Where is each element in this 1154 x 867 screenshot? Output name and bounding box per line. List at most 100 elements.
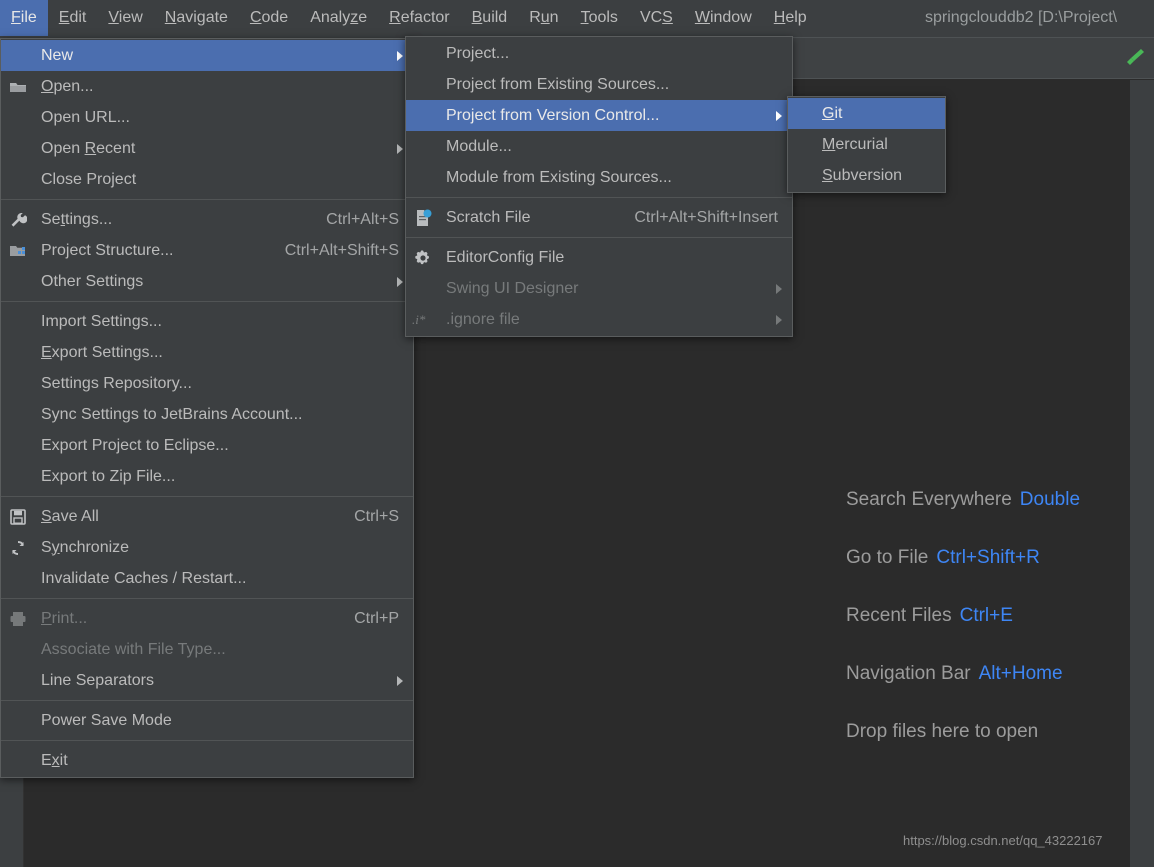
menubar-item-label: VCS — [639, 9, 673, 26]
menubar-item-view[interactable]: View — [97, 0, 153, 36]
menu-item-label: .ignore file — [446, 310, 520, 328]
editor-hint-shortcut: Ctrl+E — [959, 605, 1013, 626]
menu-item-sync-settings-to-jetbrains-account[interactable]: Sync Settings to JetBrains Account... — [1, 399, 413, 430]
menubar-item-navigate[interactable]: Navigate — [154, 0, 239, 36]
menu-item-label: New — [41, 46, 74, 64]
menubar-item-window[interactable]: Window — [684, 0, 763, 36]
menu-item-icon-slot — [1, 430, 35, 461]
menu-item-synchronize[interactable]: Synchronize — [1, 532, 413, 563]
menu-item-icon-slot — [1, 665, 35, 696]
menubar-item-label: View — [108, 9, 143, 26]
window-title: springclouddb2 [D:\Project\ — [925, 9, 1118, 26]
menu-item-icon-slot — [1, 368, 35, 399]
menubar-item-label: Code — [249, 9, 289, 26]
menu-item-icon-slot — [1, 705, 35, 736]
menu-item-project-structure[interactable]: Project Structure... Ctrl+Alt+Shift+S — [1, 235, 413, 266]
menu-item-icon-slot — [1, 133, 35, 164]
menu-item-open-recent[interactable]: Open Recent — [1, 133, 413, 164]
menubar-item-label: Help — [773, 9, 807, 26]
menu-item-subversion[interactable]: Subversion — [788, 160, 945, 191]
menu-item-import-settings[interactable]: Import Settings... — [1, 306, 413, 337]
menu-item-module-from-existing-sources[interactable]: Module from Existing Sources... — [406, 162, 792, 193]
menu-item-icon-slot — [406, 38, 440, 69]
menu-item-save-all[interactable]: Save All Ctrl+S — [1, 501, 413, 532]
editor-hint-label: Drop files here to open — [846, 721, 1039, 742]
editor-hint-row: Navigation Bar Alt+Home — [846, 662, 1154, 686]
menu-item-export-to-zip-file[interactable]: Export to Zip File... — [1, 461, 413, 492]
file-menu-popup: New Open... Open URL... Open Recent Close Pr… — [0, 38, 414, 778]
menu-separator — [1, 496, 413, 497]
build-hammer-icon[interactable] — [1122, 44, 1148, 70]
menu-item-label: Synchronize — [41, 538, 130, 556]
menu-separator — [1, 740, 413, 741]
menu-item-editorconfig-file[interactable]: EditorConfig File — [406, 242, 792, 273]
menu-item-swing-ui-designer: Swing UI Designer — [406, 273, 792, 304]
ide-window: Search Everywhere Double Go to File Ctrl+Sh… — [0, 0, 1154, 867]
menu-item-module[interactable]: Module... — [406, 131, 792, 162]
menu-item-label: Export Project to Eclipse... — [41, 436, 229, 454]
menu-item-label: Module... — [446, 137, 512, 155]
menu-item-project-from-version-control[interactable]: Project from Version Control... — [406, 100, 792, 131]
menu-item-settings-repository[interactable]: Settings Repository... — [1, 368, 413, 399]
menu-item-scratch-file[interactable]: Scratch File Ctrl+Alt+Shift+Insert — [406, 202, 792, 233]
watermark-text: https://blog.csdn.net/qq_43222167 — [903, 833, 1103, 848]
synchronize-icon — [1, 532, 35, 563]
menu-item-label: Subversion — [822, 166, 903, 184]
menu-item-git[interactable]: Git — [788, 98, 945, 129]
menu-item-label: Other Settings — [41, 272, 144, 290]
menu-item-open[interactable]: Open... — [1, 71, 413, 102]
menubar-item-build[interactable]: Build — [461, 0, 519, 36]
menu-item-invalidate-caches-restart[interactable]: Invalidate Caches / Restart... — [1, 563, 413, 594]
menu-item-label: Line Separators — [41, 671, 154, 689]
menubar-item-label: Run — [529, 9, 559, 26]
menu-item-icon-slot — [406, 162, 440, 193]
menubar-item-run[interactable]: Run — [518, 0, 569, 36]
submenu-arrow-icon — [397, 675, 403, 686]
menu-item-other-settings[interactable]: Other Settings — [1, 266, 413, 297]
editor-hint-shortcut: Ctrl+Shift+R — [936, 547, 1040, 568]
menu-item-label: Open URL... — [41, 108, 130, 126]
menu-item-mercurial[interactable]: Mercurial — [788, 129, 945, 160]
menubar-item-help[interactable]: Help — [763, 0, 818, 36]
menu-separator — [406, 197, 792, 198]
menubar-item-edit[interactable]: Edit — [48, 0, 98, 36]
menu-separator — [1, 199, 413, 200]
menubar-item-refactor[interactable]: Refactor — [378, 0, 460, 36]
menu-separator — [1, 598, 413, 599]
printer-icon — [1, 603, 35, 634]
editor-hint-label: Search Everywhere — [846, 489, 1012, 510]
new-submenu-popup: Project... Project from Existing Sources.… — [405, 36, 793, 337]
menubar-item-label: Navigate — [164, 9, 228, 26]
menu-item-label: Project from Version Control... — [446, 106, 660, 124]
menubar-item-analyze[interactable]: Analyze — [299, 0, 378, 36]
menu-item-label: Sync Settings to JetBrains Account... — [41, 405, 303, 423]
menu-item-export-settings[interactable]: Export Settings... — [1, 337, 413, 368]
menu-item-label: Print... — [41, 609, 88, 627]
menu-item-project-from-existing-sources[interactable]: Project from Existing Sources... — [406, 69, 792, 100]
menubar-item-tools[interactable]: Tools — [570, 0, 629, 36]
menu-item-label: Git — [822, 104, 843, 122]
menu-item-label: Scratch File — [446, 208, 531, 226]
menu-item-line-separators[interactable]: Line Separators — [1, 665, 413, 696]
submenu-arrow-icon — [776, 314, 782, 325]
menu-item-icon-slot — [1, 563, 35, 594]
menu-item-shortcut: Ctrl+P — [354, 609, 399, 627]
menu-item-close-project[interactable]: Close Project — [1, 164, 413, 195]
menubar-item-file[interactable]: File — [0, 0, 48, 36]
svg-text:.i*: .i* — [412, 312, 426, 327]
menu-item-icon-slot — [1, 461, 35, 492]
menubar-item-vcs[interactable]: VCS — [629, 0, 684, 36]
menu-item-new[interactable]: New — [1, 40, 413, 71]
menu-item-label: Import Settings... — [41, 312, 162, 330]
menubar-item-code[interactable]: Code — [239, 0, 299, 36]
menu-item-icon-slot — [1, 306, 35, 337]
menu-item-label: Open Recent — [41, 139, 136, 157]
menu-item-settings[interactable]: Settings... Ctrl+Alt+S — [1, 204, 413, 235]
menu-item-open-url[interactable]: Open URL... — [1, 102, 413, 133]
menu-item-exit[interactable]: Exit — [1, 745, 413, 776]
menu-item-project[interactable]: Project... — [406, 38, 792, 69]
menu-item-export-project-to-eclipse[interactable]: Export Project to Eclipse... — [1, 430, 413, 461]
menu-item-power-save-mode[interactable]: Power Save Mode — [1, 705, 413, 736]
menu-item-label: Export Settings... — [41, 343, 163, 361]
menubar-item-label: Refactor — [389, 9, 450, 26]
